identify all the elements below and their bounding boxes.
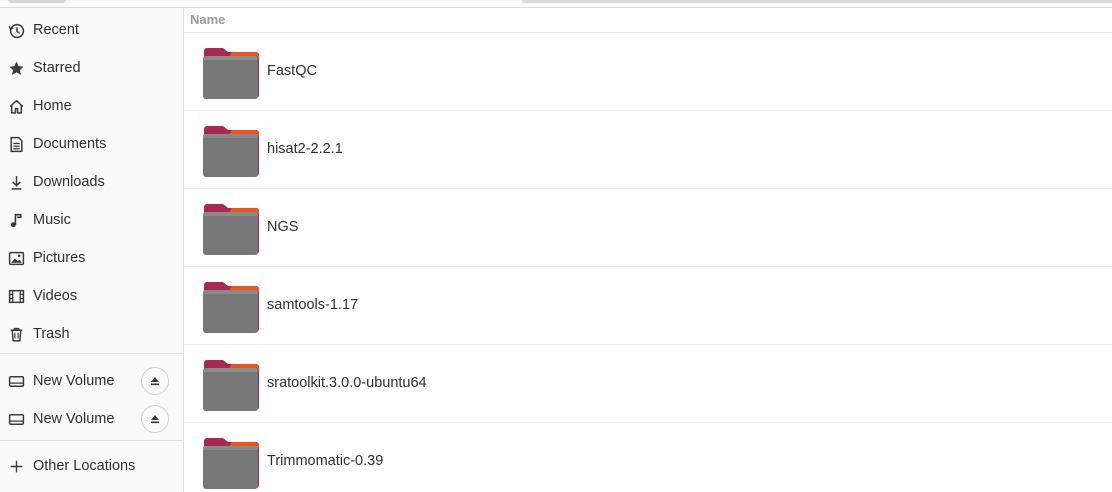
folder-icon: [202, 203, 259, 255]
sidebar-item-label: Other Locations: [33, 458, 136, 474]
sidebar-item-new-volume[interactable]: New Volume: [0, 362, 183, 400]
file-row[interactable]: NGS: [184, 189, 1112, 267]
sidebar-item-starred[interactable]: Starred: [0, 49, 183, 87]
sidebar-item-music[interactable]: Music: [0, 201, 183, 239]
file-name: FastQC: [267, 63, 317, 79]
top-tab-indicator: [8, 0, 66, 3]
folder-icon: [202, 125, 259, 177]
video-icon: [8, 288, 25, 305]
sidebar-item-label: New Volume: [33, 373, 115, 389]
file-row[interactable]: samtools-1.17: [184, 267, 1112, 345]
column-header[interactable]: Name: [184, 8, 1112, 33]
eject-icon: [151, 415, 159, 424]
document-icon: [8, 136, 25, 153]
file-name: NGS: [267, 219, 299, 235]
sidebar-item-label: Pictures: [33, 250, 86, 266]
top-scroll-indicator: [522, 0, 1112, 3]
file-name: samtools-1.17: [267, 297, 359, 313]
file-row[interactable]: hisat2-2.2.1: [184, 111, 1112, 189]
sidebar-item-recent[interactable]: Recent: [0, 11, 183, 49]
picture-icon: [8, 250, 25, 267]
download-icon: [8, 174, 25, 191]
sidebar-item-home[interactable]: Home: [0, 87, 183, 125]
sidebar-item-label: Recent: [33, 22, 79, 38]
sidebar-item-label: Trash: [33, 326, 70, 342]
window-top-strip: [0, 0, 1112, 8]
sidebar-item-label: New Volume: [33, 411, 115, 427]
folder-icon: [202, 437, 259, 489]
trash-icon: [8, 326, 25, 343]
sidebar: Recent Starred Home Documents Downloads …: [0, 8, 184, 492]
eject-icon: [151, 377, 159, 386]
eject-button[interactable]: [141, 367, 169, 395]
star-icon: [8, 60, 25, 77]
file-name: Trimmomatic-0.39: [267, 453, 384, 469]
file-name: sratoolkit.3.0.0-ubuntu64: [267, 375, 427, 391]
file-row[interactable]: sratoolkit.3.0.0-ubuntu64: [184, 345, 1112, 423]
folder-icon: [202, 47, 259, 99]
eject-button[interactable]: [141, 405, 169, 433]
file-name: hisat2-2.2.1: [267, 141, 343, 157]
sidebar-item-trash[interactable]: Trash: [0, 315, 183, 353]
music-icon: [8, 212, 25, 229]
sidebar-item-label: Music: [33, 212, 71, 228]
home-icon: [8, 98, 25, 115]
sidebar-item-new-volume[interactable]: New Volume: [0, 400, 183, 438]
sidebar-item-other-locations[interactable]: Other Locations: [0, 447, 183, 485]
file-row[interactable]: Trimmomatic-0.39: [184, 423, 1112, 492]
sidebar-item-label: Documents: [33, 136, 107, 152]
sidebar-item-label: Starred: [33, 60, 81, 76]
folder-icon: [202, 281, 259, 333]
folder-icon: [202, 359, 259, 411]
plus-icon: [8, 458, 25, 475]
sidebar-item-pictures[interactable]: Pictures: [0, 239, 183, 277]
file-row[interactable]: FastQC: [184, 33, 1112, 111]
sidebar-item-videos[interactable]: Videos: [0, 277, 183, 315]
sidebar-item-documents[interactable]: Documents: [0, 125, 183, 163]
file-list: Name FastQC hisat2-2.2.1 NGS samtools-1.…: [184, 8, 1112, 492]
drive-icon: [8, 411, 25, 428]
sidebar-divider: [0, 353, 183, 354]
sidebar-item-label: Videos: [33, 288, 78, 304]
sidebar-item-label: Downloads: [33, 174, 105, 190]
drive-icon: [8, 373, 25, 390]
sidebar-item-downloads[interactable]: Downloads: [0, 163, 183, 201]
sidebar-divider: [0, 440, 183, 441]
sidebar-item-label: Home: [33, 98, 72, 114]
column-header-name[interactable]: Name: [190, 12, 225, 27]
clock-icon: [8, 22, 25, 39]
